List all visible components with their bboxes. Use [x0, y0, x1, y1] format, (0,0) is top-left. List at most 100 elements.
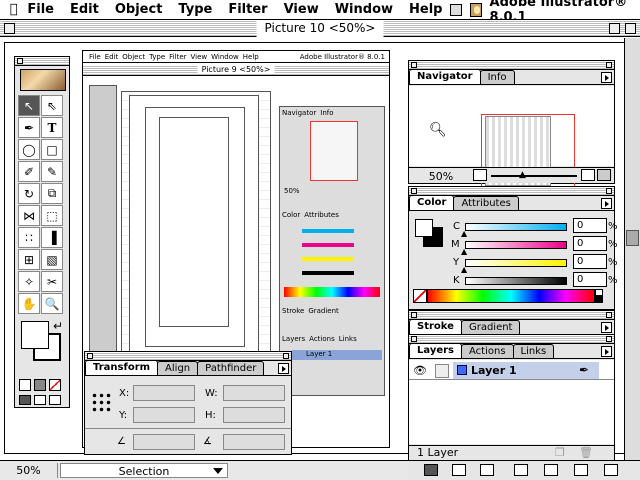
none-mode-icon[interactable]: [49, 379, 61, 391]
tab-layers[interactable]: Layers: [409, 343, 462, 358]
direct-selection-tool-icon[interactable]: ⇖: [41, 95, 63, 116]
magenta-value[interactable]: 0: [573, 236, 607, 251]
slider-thumb-icon[interactable]: ▲: [461, 265, 467, 274]
scale-tool-icon[interactable]: ⧉: [41, 183, 63, 204]
swap-fill-stroke-icon[interactable]: ↵: [53, 319, 63, 333]
venus-logo-icon[interactable]: [20, 69, 66, 91]
type-tool-icon[interactable]: T: [41, 117, 63, 138]
scissors-tool-icon[interactable]: ✂: [41, 271, 63, 292]
palette-menu-icon[interactable]: [601, 72, 612, 83]
h-field[interactable]: [223, 407, 285, 423]
tab-navigator[interactable]: Navigator: [409, 69, 481, 84]
palette-menu-icon[interactable]: [278, 363, 289, 374]
tab-actions[interactable]: Actions: [461, 344, 514, 358]
lock-toggle-box[interactable]: [435, 364, 449, 378]
rectangle-tool-icon[interactable]: □: [41, 139, 63, 160]
reference-point-icon[interactable]: [91, 392, 111, 412]
menu-view[interactable]: View: [276, 2, 327, 17]
eye-visibility-icon[interactable]: 👁︎: [413, 364, 427, 377]
color-spectrum-bar[interactable]: [427, 289, 595, 303]
apple-menu-icon[interactable]: : [0, 2, 19, 17]
tab-align[interactable]: Align: [157, 361, 199, 375]
layer-row[interactable]: 👁︎ Layer 1 ✒: [409, 362, 614, 380]
gradient-tool-icon[interactable]: ▧: [41, 249, 63, 270]
tab-transform[interactable]: Transform: [85, 360, 159, 375]
cyan-slider[interactable]: [465, 223, 567, 231]
status-popup[interactable]: Selection: [60, 463, 228, 478]
palette-button-icon[interactable]: [514, 464, 528, 476]
pen-tool-icon[interactable]: ✒: [18, 117, 40, 138]
screen-mode-full-menu-icon[interactable]: [34, 395, 46, 405]
fill-color-swatch-front[interactable]: [415, 219, 433, 237]
tab-pathfinder[interactable]: Pathfinder: [197, 361, 265, 375]
slider-thumb-icon[interactable]: ▲: [461, 247, 467, 256]
pencil-tool-icon[interactable]: ✎: [41, 161, 63, 182]
navigator-zoom-value[interactable]: 50%: [413, 170, 469, 183]
layer-name[interactable]: Layer 1: [471, 364, 517, 377]
toolbox-title-bar[interactable]: [15, 57, 69, 66]
menu-file[interactable]: File: [19, 2, 62, 17]
shear-field[interactable]: [223, 434, 285, 450]
free-transform-tool-icon[interactable]: ⬚: [41, 205, 63, 226]
yellow-slider[interactable]: [465, 259, 567, 267]
magenta-slider[interactable]: [465, 241, 567, 249]
palette-button-icon[interactable]: [574, 464, 588, 476]
zoom-box[interactable]: [606, 62, 612, 68]
y-field[interactable]: [133, 407, 195, 423]
blend-tool-icon[interactable]: ∷: [18, 227, 40, 248]
resize-grip-icon[interactable]: [597, 169, 611, 181]
x-field[interactable]: [133, 385, 195, 401]
scroll-thumb[interactable]: [626, 230, 639, 246]
menu-filter[interactable]: Filter: [220, 2, 275, 17]
window-close-box[interactable]: [4, 23, 15, 34]
tab-color[interactable]: Color: [409, 195, 455, 210]
palette-button-icon[interactable]: [424, 464, 438, 476]
fill-swatch[interactable]: [21, 321, 49, 349]
zoom-slider[interactable]: [491, 175, 577, 177]
selection-tool-icon[interactable]: ↖: [18, 95, 40, 116]
palette-button-icon[interactable]: [452, 464, 466, 476]
screen-mode-standard-icon[interactable]: [19, 395, 31, 405]
rotate-field[interactable]: [133, 434, 195, 450]
tab-stroke[interactable]: Stroke: [409, 319, 462, 334]
ellipse-tool-icon[interactable]: ◯: [18, 139, 40, 160]
palette-menu-icon[interactable]: [601, 322, 612, 333]
tab-attributes[interactable]: Attributes: [453, 196, 519, 210]
window-collapse-box[interactable]: [625, 23, 636, 34]
new-layer-icon[interactable]: ❐: [555, 446, 565, 459]
printer-icon[interactable]: [450, 3, 463, 16]
window-title-bar[interactable]: Picture 10 <50%>: [0, 20, 640, 37]
trash-icon[interactable]: 🗑︎: [579, 446, 593, 459]
window-zoom-box[interactable]: [609, 23, 620, 34]
menu-window[interactable]: Window: [327, 2, 401, 17]
pen-target-icon[interactable]: ✒: [579, 363, 589, 377]
zoom-box[interactable]: [606, 312, 612, 318]
cyan-value[interactable]: 0: [573, 218, 607, 233]
vertical-scrollbar[interactable]: [624, 38, 640, 460]
palette-button-icon[interactable]: [604, 464, 618, 476]
graph-tool-icon[interactable]: ▐: [41, 227, 63, 248]
color-mode-icon[interactable]: [19, 379, 31, 391]
none-color-icon[interactable]: [413, 289, 427, 303]
zoom-level-field[interactable]: 50%: [0, 463, 58, 478]
w-field[interactable]: [223, 385, 285, 401]
brush-tool-icon[interactable]: ✐: [18, 161, 40, 182]
reflect-tool-icon[interactable]: ⋈: [18, 205, 40, 226]
black-swatch[interactable]: [595, 296, 603, 303]
menu-help[interactable]: Help: [401, 2, 450, 17]
screen-mode-full-icon[interactable]: [49, 395, 61, 405]
black-value[interactable]: 0: [573, 272, 607, 287]
menu-edit[interactable]: Edit: [62, 2, 107, 17]
rotate-tool-icon[interactable]: ↻: [18, 183, 40, 204]
gradient-mode-icon[interactable]: [34, 379, 46, 391]
zoom-box[interactable]: [606, 188, 612, 194]
zoom-tool-icon[interactable]: 🔍: [41, 293, 63, 314]
zoom-in-icon[interactable]: [581, 169, 595, 181]
slider-thumb-icon[interactable]: ▲: [461, 229, 467, 238]
palette-menu-icon[interactable]: [601, 346, 612, 357]
eyedropper-tool-icon[interactable]: ✧: [18, 271, 40, 292]
menu-type[interactable]: Type: [170, 2, 220, 17]
palette-button-icon[interactable]: [480, 464, 494, 476]
tab-info[interactable]: Info: [479, 70, 515, 84]
close-box[interactable]: [411, 188, 417, 194]
